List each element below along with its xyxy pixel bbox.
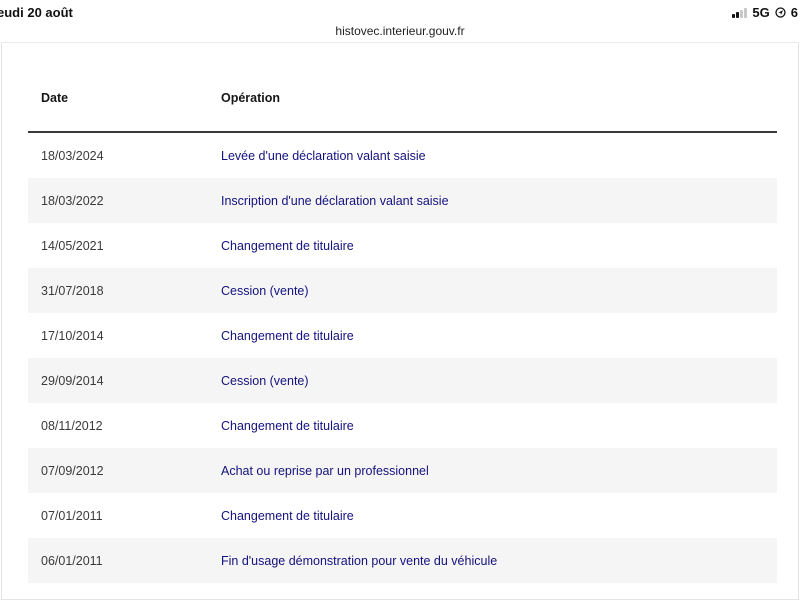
table-row: 29/09/2014 Cession (vente) (28, 358, 777, 403)
network-type: 5G (752, 5, 770, 20)
row-operation: Changement de titulaire (221, 508, 354, 523)
row-date: 07/01/2011 (41, 508, 103, 523)
row-operation: Première immatriculation d'un véhicule n… (221, 583, 777, 600)
location-icon (775, 7, 786, 18)
table-row: 08/11/2012 Changement de titulaire (28, 403, 777, 448)
table-row: 07/01/2011 Changement de titulaire (28, 493, 777, 538)
row-date: 31/07/2018 (28, 268, 221, 313)
table-row: 18/03/2024 Levée d'une déclaration valan… (28, 132, 777, 178)
status-bar: eudi 20 août 5G 6 (0, 0, 800, 24)
row-date: 18/03/2022 (28, 178, 221, 223)
column-header-operation: Opération (221, 75, 777, 133)
table-row: 01/10/2010 Première immatriculation d'un… (28, 583, 777, 600)
address-bar[interactable]: histovec.interieur.gouv.fr (0, 24, 800, 38)
row-operation: Inscription d'une déclaration valant sai… (221, 178, 777, 223)
battery-percent: 6 (790, 5, 798, 20)
row-date: 06/01/2011 (28, 538, 221, 583)
table-row: 07/09/2012 Achat ou reprise par un profe… (28, 448, 777, 493)
row-operation: Levée d'une déclaration valant saisie (221, 148, 426, 163)
operations-history-table: Date Opération 18/03/2024 Levée d'une dé… (28, 75, 777, 600)
row-date: 01/10/2010 (28, 583, 221, 600)
table-row: 31/07/2018 Cession (vente) (28, 268, 777, 313)
row-date: 07/09/2012 (28, 448, 221, 493)
row-operation: Changement de titulaire (221, 418, 354, 433)
row-operation: Fin d'usage démonstration pour vente du … (221, 538, 777, 583)
status-indicators: 5G 6 (732, 5, 798, 20)
row-operation: Cession (vente) (221, 358, 777, 403)
table-row: 18/03/2022 Inscription d'une déclaration… (28, 178, 777, 223)
table-row: 06/01/2011 Fin d'usage démonstration pou… (28, 538, 777, 583)
row-date: 08/11/2012 (41, 418, 103, 433)
table-row: 14/05/2021 Changement de titulaire (28, 223, 777, 268)
status-date: eudi 20 août (0, 5, 73, 20)
row-operation: Cession (vente) (221, 268, 777, 313)
row-date: 17/10/2014 (41, 328, 104, 343)
table-row: 17/10/2014 Changement de titulaire (28, 313, 777, 358)
row-date: 18/03/2024 (41, 148, 104, 163)
page-content: Date Opération 18/03/2024 Levée d'une dé… (1, 42, 799, 600)
table-header-row: Date Opération (28, 75, 777, 133)
row-date: 29/09/2014 (28, 358, 221, 403)
screen: eudi 20 août 5G 6 histovec.interieur.gou… (0, 0, 800, 600)
cellular-signal-icon (732, 7, 748, 18)
column-header-date: Date (28, 75, 221, 133)
row-date: 14/05/2021 (41, 238, 104, 253)
row-operation: Changement de titulaire (221, 238, 354, 253)
row-operation: Changement de titulaire (221, 328, 354, 343)
row-operation: Achat ou reprise par un professionnel (221, 448, 777, 493)
